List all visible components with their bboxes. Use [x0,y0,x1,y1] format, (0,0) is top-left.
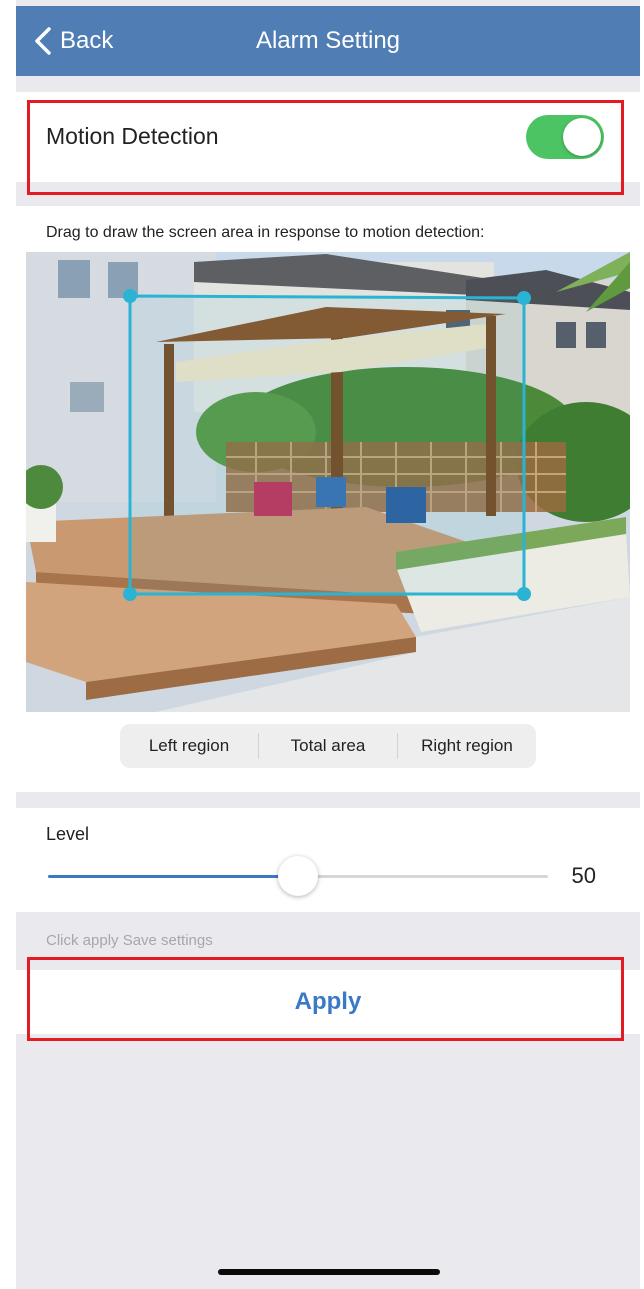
level-label: Level [46,824,90,844]
camera-image [26,252,630,712]
navigation-bar: Back Alarm Setting [16,6,640,76]
slider-fill [48,875,298,878]
motion-detection-label: Motion Detection [46,123,219,149]
page-title: Alarm Setting [255,27,401,54]
slider-thumb[interactable] [278,856,318,896]
app-screen: Back Alarm Setting Motion Detection Drag… [16,0,640,1289]
camera-preview[interactable] [26,252,630,712]
motion-detection-toggle[interactable] [526,115,604,159]
right-region-button[interactable]: Right region [397,733,536,759]
detection-area-section: Drag to draw the screen area in response… [16,206,640,792]
toggle-knob [563,118,601,156]
apply-label: Apply [294,988,362,1015]
level-section: Level 50 [16,808,640,912]
left-region-button[interactable]: Left region [120,733,258,759]
level-slider[interactable] [48,856,548,896]
level-value: 50 [571,863,596,888]
motion-detection-row: Motion Detection [16,92,640,182]
motion-area-selection[interactable] [123,289,531,601]
save-hint: Click apply Save settings [46,932,213,949]
total-area-button[interactable]: Total area [258,733,397,759]
area-instruction: Drag to draw the screen area in response… [46,224,485,241]
apply-button[interactable]: Apply [16,970,640,1034]
home-indicator [218,1269,440,1275]
region-segmented-control: Left region Total area Right region [120,724,536,768]
